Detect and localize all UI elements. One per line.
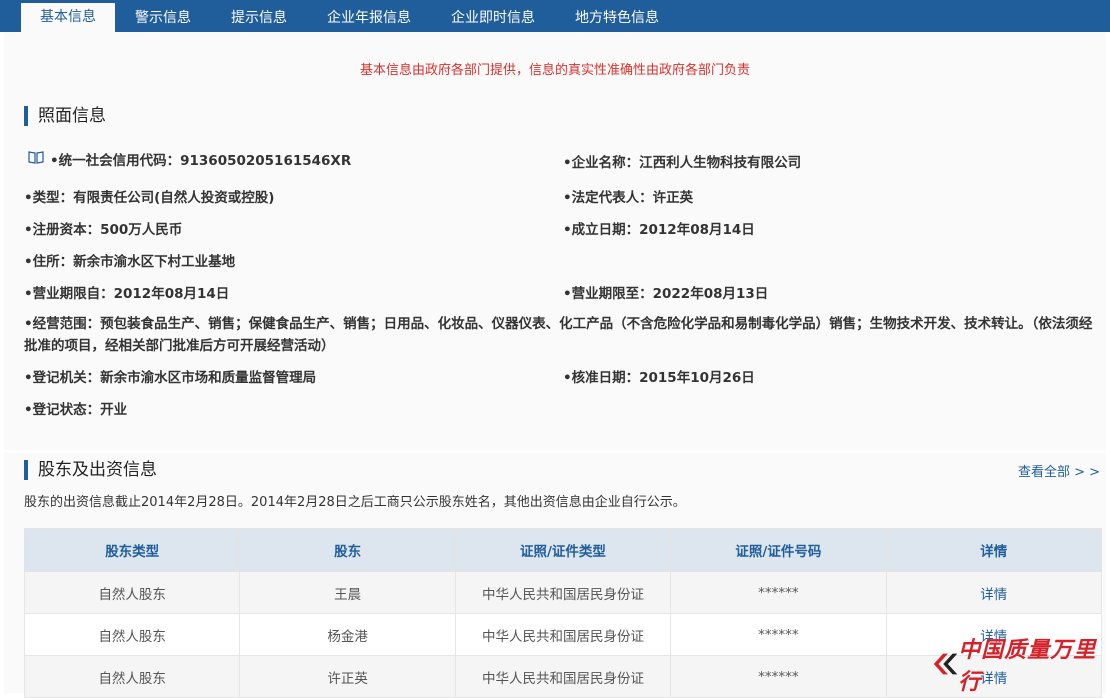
- field-term-to: •营业期限至：2022年08月13日: [563, 286, 769, 302]
- cell-shareholder: 杨金港: [239, 613, 456, 656]
- field-founded: •成立日期：2012年08月14日: [563, 222, 755, 238]
- cell-id-type: 中华人民共和国居民身份证: [454, 571, 672, 614]
- cell-type: 自然人股东: [23, 613, 241, 656]
- col-header-id-number: 证照/证件号码: [670, 528, 887, 572]
- field-status: •登记状态：开业: [24, 402, 128, 418]
- col-header-id-type: 证照/证件类型: [454, 528, 672, 572]
- tab-local-info[interactable]: 地方特色信息: [560, 5, 674, 32]
- col-header-shareholder: 股东: [239, 528, 456, 572]
- top-tab-bar: 基本信息 警示信息 提示信息 企业年报信息 企业即时信息 地方特色信息: [0, 0, 1110, 32]
- table-header-row: 股东类型 股东 证照/证件类型 证照/证件号码 详情: [23, 528, 1103, 572]
- field-type: •类型：有限责任公司(自然人投资或控股): [24, 190, 275, 206]
- watermark-logo: 中国质量万里行: [930, 637, 1110, 695]
- field-company-name: •企业名称：江西利人生物科技有限公司: [563, 155, 802, 171]
- watermark-text: 中国质量万里行: [958, 637, 1097, 695]
- notice-text: 基本信息由政府各部门提供，信息的真实性准确性由政府各部门负责: [359, 63, 750, 78]
- view-all-link[interactable]: 查看全部 > >: [1018, 461, 1100, 480]
- field-address: •住所：新余市渝水区下村工业基地: [24, 254, 236, 270]
- tab-instant-info[interactable]: 企业即时信息: [436, 5, 550, 32]
- cell-id-number: ******: [670, 613, 887, 656]
- field-business-scope: •经营范围：预包装食品生产、销售；保健食品生产、销售；日用品、化妆品、仪器仪表、…: [24, 316, 1093, 354]
- cell-shareholder: 王晨: [239, 571, 456, 614]
- cell-type: 自然人股东: [23, 571, 241, 614]
- cell-id-number: ******: [670, 655, 887, 698]
- col-header-details: 详情: [885, 528, 1103, 572]
- field-approved-date: •核准日期：2015年10月26日: [563, 370, 755, 386]
- book-icon: [28, 151, 44, 164]
- tab-annual-report[interactable]: 企业年报信息: [312, 5, 426, 32]
- cell-id-number: ******: [670, 571, 887, 614]
- section-title-license: 照面信息: [24, 106, 106, 126]
- tab-warning-info[interactable]: 警示信息: [118, 5, 208, 32]
- cell-id-type: 中华人民共和国居民身份证: [454, 655, 672, 698]
- cell-shareholder: 许正英: [239, 655, 456, 698]
- chevron-logo-icon: [933, 653, 958, 675]
- cell-id-type: 中华人民共和国居民身份证: [454, 613, 672, 656]
- field-credit-code: •统一社会信用代码：9136050205161546XR: [50, 153, 352, 169]
- license-panel: [4, 32, 1106, 450]
- section-title-shareholders: 股东及出资信息: [24, 460, 157, 480]
- col-header-type: 股东类型: [23, 528, 241, 572]
- cell-type: 自然人股东: [23, 655, 241, 698]
- details-link[interactable]: 详情: [885, 571, 1103, 614]
- shareholder-note: 股东的出资信息截止2014年2月28日。2014年2月28日之后工商只公示股东姓…: [24, 495, 686, 510]
- tab-hint-info[interactable]: 提示信息: [214, 5, 304, 32]
- tab-basic-info[interactable]: 基本信息: [21, 3, 115, 32]
- field-authority: •登记机关：新余市渝水区市场和质量监督管理局: [24, 370, 317, 386]
- field-legal-rep: •法定代表人：许正英: [563, 190, 694, 206]
- field-capital: •注册资本：500万人民币: [24, 222, 183, 238]
- field-term-from: •营业期限自：2012年08月14日: [24, 286, 230, 302]
- table-row: 自然人股东 王晨 中华人民共和国居民身份证 ****** 详情: [23, 571, 1103, 614]
